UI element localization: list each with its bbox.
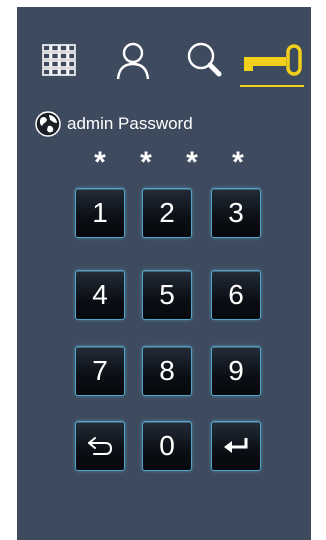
key-3[interactable]: 3 [211,188,261,238]
key-icon [244,44,302,76]
key-8[interactable]: 8 [142,346,192,396]
active-tab-indicator [240,85,304,87]
password-mask-char: * [140,146,152,179]
grid-icon [42,44,76,76]
password-mask-char: * [186,146,198,179]
password-title: admin Password [67,114,193,133]
key-6[interactable]: 6 [211,270,261,320]
enter-button[interactable] [211,421,261,471]
tab-key[interactable] [241,35,305,87]
tab-search[interactable] [182,35,232,87]
user-icon [116,42,150,80]
key-9[interactable]: 9 [211,346,261,396]
key-7[interactable]: 7 [75,346,125,396]
backspace-button[interactable] [75,421,125,471]
key-0[interactable]: 0 [142,421,192,471]
key-2[interactable]: 2 [142,188,192,238]
tab-grid[interactable] [37,35,81,87]
password-mask-char: * [232,146,244,179]
key-1[interactable]: 1 [75,188,125,238]
keypad-panel: admin Password * * * * 1 2 3 4 5 6 7 8 9… [17,7,311,540]
password-mask-char: * [94,146,106,179]
back-arrow-icon [88,437,113,455]
key-4[interactable]: 4 [75,270,125,320]
key-5[interactable]: 5 [142,270,192,320]
search-icon [187,42,222,77]
enter-icon [224,438,248,453]
password-header: admin Password [35,110,193,138]
tab-user[interactable] [111,35,155,87]
globe-icon [35,111,61,137]
